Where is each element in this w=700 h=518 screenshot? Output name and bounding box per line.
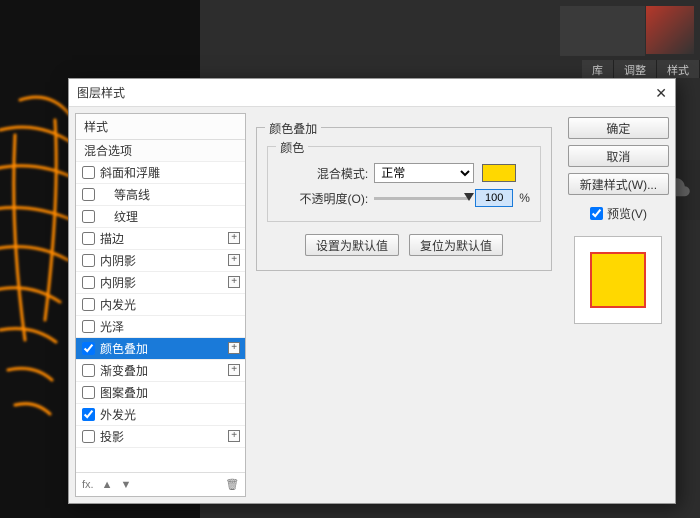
trash-icon[interactable]: 🗑 [225,478,239,491]
style-item-contour[interactable]: 等高线 [76,184,245,206]
style-item-pattern-overlay[interactable]: 图案叠加 [76,382,245,404]
add-drop-shadow-icon[interactable]: + [228,430,240,442]
opacity-input[interactable] [475,189,513,207]
checkbox-inner-shadow[interactable] [82,254,95,267]
tab-adjust[interactable]: 调整 [614,60,657,78]
cancel-button[interactable]: 取消 [568,145,669,167]
styles-header[interactable]: 样式 [76,114,245,140]
tab-style[interactable]: 样式 [657,60,700,78]
style-item-outer-glow[interactable]: 外发光 [76,404,245,426]
style-item-color-overlay[interactable]: 颜色叠加+ [76,338,245,360]
color-preview-panel [646,6,694,54]
add-gradient-overlay-icon[interactable]: + [228,364,240,376]
move-down-icon[interactable]: ▼ [121,479,132,491]
style-item-satin[interactable]: 光泽 [76,316,245,338]
checkbox-contour[interactable] [82,188,95,201]
add-inner-shadow-2-icon[interactable]: + [228,276,240,288]
checkbox-stroke[interactable] [82,232,95,245]
layer-style-dialog: 图层样式 ✕ 样式 混合选项 斜面和浮雕 等高线 纹理 描边+ 内阴影+ 内阴影… [68,78,676,504]
preview-label: 预览(V) [607,205,647,222]
opacity-label: 不透明度(O): [278,190,368,207]
dialog-right-column: 确定 取消 新建样式(W)... 预览(V) [562,113,669,497]
dialog-titlebar: 图层样式 ✕ [69,79,675,107]
checkbox-satin[interactable] [82,320,95,333]
settings-panel: 颜色叠加 颜色 混合模式: 正常 不透明度(O): % [246,113,562,497]
checkbox-outer-glow[interactable] [82,408,95,421]
style-item-inner-shadow[interactable]: 内阴影+ [76,250,245,272]
style-item-gradient-overlay[interactable]: 渐变叠加+ [76,360,245,382]
subgroup-legend: 颜色 [276,139,308,156]
close-icon[interactable]: ✕ [655,85,667,102]
panel-tabs: 库 调整 样式 [582,60,700,78]
blend-mode-select[interactable]: 正常 [374,163,474,183]
styles-list: 样式 混合选项 斜面和浮雕 等高线 纹理 描边+ 内阴影+ 内阴影+ 内发光 光… [75,113,246,497]
percent-label: % [519,191,530,205]
style-item-texture[interactable]: 纹理 [76,206,245,228]
color-overlay-group: 颜色叠加 颜色 混合模式: 正常 不透明度(O): % [256,127,552,271]
blend-mode-label: 混合模式: [278,165,368,182]
preview-box [574,236,662,324]
new-style-button[interactable]: 新建样式(W)... [568,173,669,195]
style-item-blend-options[interactable]: 混合选项 [76,140,245,162]
style-item-bevel[interactable]: 斜面和浮雕 [76,162,245,184]
slider-thumb-icon[interactable] [464,193,474,201]
checkbox-bevel[interactable] [82,166,95,179]
group-legend: 颜色叠加 [265,120,321,137]
opacity-slider[interactable] [374,197,469,200]
preview-checkbox[interactable] [590,207,603,220]
style-item-drop-shadow[interactable]: 投影+ [76,426,245,448]
style-item-stroke[interactable]: 描边+ [76,228,245,250]
checkbox-gradient-overlay[interactable] [82,364,95,377]
preview-toggle[interactable]: 预览(V) [568,205,669,222]
fx-icon[interactable]: fx. [82,479,94,491]
reset-default-button[interactable]: 复位为默认值 [409,234,503,256]
add-color-overlay-icon[interactable]: + [228,342,240,354]
preview-swatch [590,252,646,308]
style-item-inner-glow[interactable]: 内发光 [76,294,245,316]
add-inner-shadow-icon[interactable]: + [228,254,240,266]
checkbox-inner-glow[interactable] [82,298,95,311]
checkbox-color-overlay[interactable] [82,342,95,355]
make-default-button[interactable]: 设置为默认值 [305,234,399,256]
checkbox-inner-shadow-2[interactable] [82,276,95,289]
overlay-color-swatch[interactable] [482,164,516,182]
ok-button[interactable]: 确定 [568,117,669,139]
style-item-inner-shadow-2[interactable]: 内阴影+ [76,272,245,294]
styles-footer: fx. ▲ ▼ 🗑 [76,472,245,496]
tab-library[interactable]: 库 [582,60,614,78]
add-stroke-icon[interactable]: + [228,232,240,244]
checkbox-pattern-overlay[interactable] [82,386,95,399]
top-toolbar [560,6,645,56]
dialog-title: 图层样式 [77,84,125,101]
color-subgroup: 颜色 混合模式: 正常 不透明度(O): % [267,146,541,222]
checkbox-texture[interactable] [82,210,95,223]
move-up-icon[interactable]: ▲ [102,479,113,491]
checkbox-drop-shadow[interactable] [82,430,95,443]
